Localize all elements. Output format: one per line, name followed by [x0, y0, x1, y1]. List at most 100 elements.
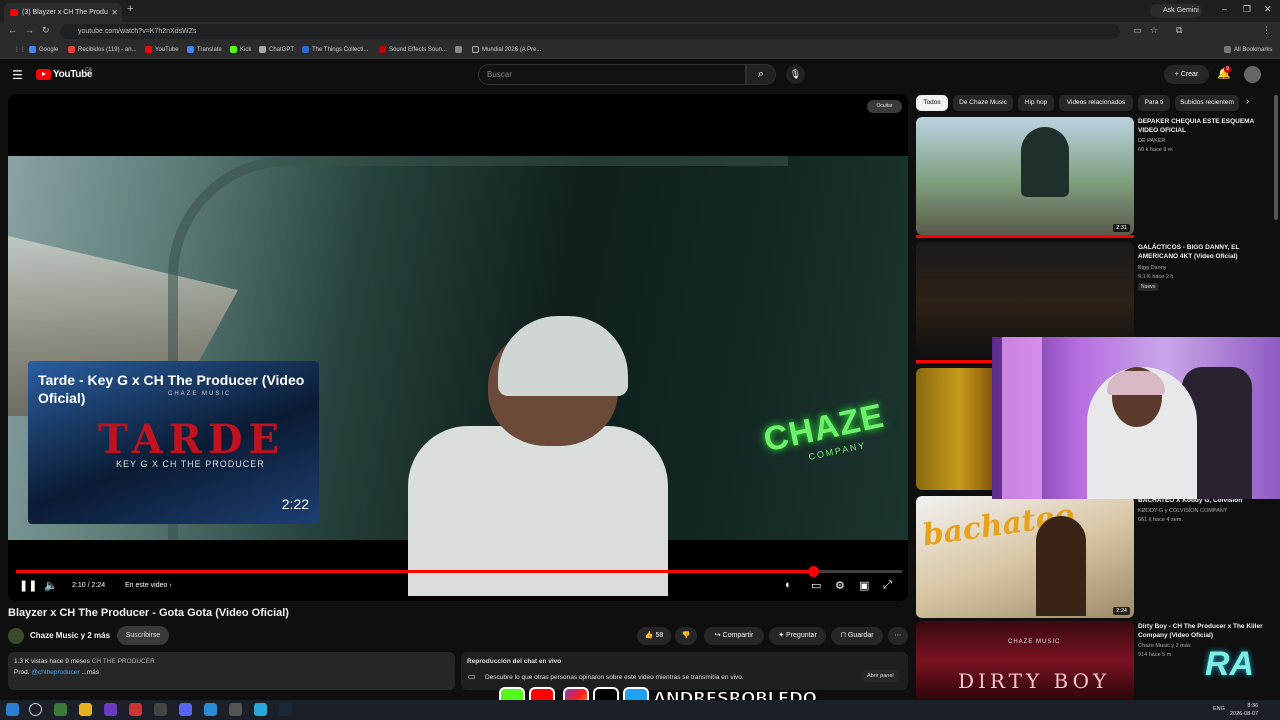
- dislike-button[interactable]: 👎: [675, 627, 697, 645]
- hamburger-menu-icon[interactable]: ☰: [12, 68, 23, 82]
- autoplay-toggle[interactable]: ◐: [785, 579, 792, 591]
- close-window-icon[interactable]: ✕: [1264, 4, 1272, 15]
- bookmark-star-icon[interactable]: ☆: [1150, 25, 1158, 36]
- reload-icon[interactable]: ↻: [42, 25, 50, 36]
- chip-recent[interactable]: Subidos recientem: [1175, 95, 1239, 111]
- language-indicator[interactable]: ENG: [1213, 706, 1225, 712]
- all-bookmarks[interactable]: All Bookmarks: [1224, 41, 1272, 59]
- ask-button[interactable]: ✦ Preguntar: [769, 627, 826, 645]
- chip-from-channel[interactable]: De Chaze Music: [953, 95, 1013, 111]
- progress-scrubber[interactable]: [808, 566, 820, 577]
- rec-title-1[interactable]: DEPAKER CHEQUIA ESTE ESQUEMA VIDEO OFICI…: [1138, 117, 1273, 135]
- page-scrollbar[interactable]: [1274, 95, 1278, 220]
- channel-name[interactable]: Chaze Music y 2 más: [30, 631, 110, 640]
- progress-bar[interactable]: [16, 566, 902, 577]
- bookmark-chatgpt[interactable]: ChatGPT: [259, 41, 294, 59]
- chapter-button[interactable]: En este video ›: [125, 582, 172, 589]
- minimize-icon[interactable]: –: [1222, 4, 1227, 14]
- hide-overlay-button[interactable]: Ocultar: [867, 100, 902, 113]
- bookmark-gmail[interactable]: Recibidos (119) - an...: [68, 41, 137, 59]
- rec-thumbnail-5[interactable]: CHAZE MUSIC DIRTY BOY: [916, 621, 1134, 701]
- open-panel-button[interactable]: Abrir panel: [861, 670, 900, 682]
- more-link[interactable]: ...más: [81, 669, 99, 676]
- bookmark-google[interactable]: Google: [29, 41, 58, 59]
- bookmark-mundial[interactable]: Mundial 2026 (A Pre...: [472, 41, 541, 59]
- bookmark-unnamed[interactable]: [455, 41, 465, 59]
- rec-channel-5[interactable]: Chaze Music y 2 más: [1138, 642, 1191, 650]
- endscreen-video-card[interactable]: Tarde - Key G x CH The Producer (Video O…: [28, 361, 319, 524]
- extensions-icon[interactable]: ⧉: [1176, 25, 1182, 36]
- start-icon[interactable]: [6, 703, 19, 716]
- like-button[interactable]: 👍 58: [637, 627, 671, 645]
- pause-icon[interactable]: ❚❚: [19, 579, 37, 592]
- app-taskbar-icon-2[interactable]: [129, 703, 142, 716]
- app-taskbar-icon-1[interactable]: [104, 703, 117, 716]
- more-actions-icon[interactable]: ⋯: [888, 627, 908, 645]
- settings-gear-icon[interactable]: ⚙: [835, 579, 845, 592]
- share-button[interactable]: ↪ Compartir: [704, 627, 764, 645]
- ask-gemini-button[interactable]: Ask Gemini: [1150, 4, 1202, 18]
- chip-related[interactable]: Videos relacionados: [1059, 95, 1133, 111]
- chip-hip-hop[interactable]: Hip hop: [1018, 95, 1054, 111]
- bookmark-things-collection[interactable]: The Things Collecti...: [302, 41, 368, 59]
- miniplayer-icon[interactable]: ▣: [859, 579, 869, 592]
- country-code: CA: [85, 67, 92, 73]
- steam-taskbar-icon[interactable]: [279, 703, 292, 716]
- apps-icon[interactable]: ⋮⋮: [4, 41, 26, 59]
- app-taskbar-icon-4[interactable]: [229, 703, 242, 716]
- discord-taskbar-icon[interactable]: [179, 703, 192, 716]
- obs-taskbar-icon[interactable]: [154, 703, 167, 716]
- maximize-icon[interactable]: ❐: [1243, 4, 1251, 15]
- avatar[interactable]: [1244, 66, 1261, 83]
- endcard-art-subtitle: KEY G X CH THE PRODUCER: [116, 459, 265, 469]
- fullscreen-icon[interactable]: ⤢: [883, 579, 892, 592]
- back-icon[interactable]: ←: [8, 25, 17, 35]
- chip-for-you[interactable]: Para ti: [1138, 95, 1170, 111]
- chat-replay-text: Descubre lo que otras personas opinaron …: [485, 674, 744, 681]
- microphone-icon[interactable]: 🎙: [786, 65, 805, 84]
- video-player[interactable]: Ocultar Tarde - Key G x CH The Producer …: [8, 94, 908, 601]
- close-tab-icon[interactable]: ✕: [111, 3, 118, 22]
- search-input[interactable]: Buscar: [478, 64, 746, 85]
- captions-icon[interactable]: ▭: [811, 579, 821, 592]
- dirty-boy-art-text: DIRTY BOY: [958, 669, 1111, 693]
- youtube-logo-icon[interactable]: [36, 69, 51, 80]
- bookmark-translate[interactable]: Translate: [187, 41, 222, 59]
- chevron-right-icon[interactable]: ›: [1246, 96, 1249, 107]
- new-tab-icon[interactable]: +: [127, 3, 133, 15]
- bookmark-youtube[interactable]: YouTube: [145, 41, 179, 59]
- bookmark-kick[interactable]: Kick: [230, 41, 251, 59]
- rec-thumbnail-4[interactable]: bachateo 2:24: [916, 496, 1134, 618]
- save-button[interactable]: ⊓ Guardar: [831, 627, 883, 645]
- rec-channel-4[interactable]: KØDDY-G y COLVISION COMPANY: [1138, 507, 1227, 515]
- rec-title-2[interactable]: GALÁCTICOS - BIGG DANNY, EL AMERICANO 4K…: [1138, 243, 1273, 261]
- search-icon[interactable]: ⌕: [746, 64, 776, 85]
- chat-replay-title: Reproducción del chat en vivo: [467, 658, 562, 665]
- cast-icon[interactable]: ▭: [1133, 25, 1142, 36]
- bookmarks-bar: ⋮⋮ Google Recibidos (119) - an... YouTub…: [0, 41, 1280, 59]
- subscribe-button[interactable]: Suscribirse: [117, 626, 169, 645]
- chrome-taskbar-icon[interactable]: [54, 703, 67, 716]
- telegram-taskbar-icon[interactable]: [254, 703, 267, 716]
- forward-icon[interactable]: →: [25, 25, 34, 35]
- rec-title-5[interactable]: Dirty Boy - CH The Producer x The Killer…: [1138, 622, 1273, 640]
- browser-tab[interactable]: (3) Blayzer x CH The Produ ✕: [4, 3, 122, 22]
- description-box[interactable]: 1.3 K vistas hace 9 meses CH THE PRODUCE…: [8, 652, 455, 690]
- channel-avatar[interactable]: [8, 628, 24, 644]
- rec-channel-1[interactable]: DE PAKER: [1138, 137, 1165, 145]
- volume-icon[interactable]: 🔈: [44, 579, 58, 592]
- browser-menu-icon[interactable]: ⋮: [1262, 25, 1271, 36]
- search-taskbar-icon[interactable]: [29, 703, 42, 716]
- url-field[interactable]: youtube.com/watch?v=K7h2nXdsWZs: [60, 24, 1120, 39]
- system-clock[interactable]: 8:36 2026-08-07: [1230, 702, 1258, 718]
- streamer-webcam: [992, 337, 1280, 499]
- bookmark-sound-effects[interactable]: Sound Effects Soun...: [379, 41, 447, 59]
- description-handle-link[interactable]: @chtheproducer: [31, 669, 79, 676]
- rec-thumbnail-1[interactable]: 2:31: [916, 117, 1134, 235]
- explorer-taskbar-icon[interactable]: [79, 703, 92, 716]
- app-taskbar-icon-3[interactable]: [204, 703, 217, 716]
- notification-count-badge: 9: [1224, 66, 1231, 73]
- chip-all[interactable]: Todos: [916, 95, 948, 111]
- rec-channel-2[interactable]: Bigg Danny: [1138, 264, 1166, 272]
- create-button[interactable]: + Crear: [1164, 65, 1209, 84]
